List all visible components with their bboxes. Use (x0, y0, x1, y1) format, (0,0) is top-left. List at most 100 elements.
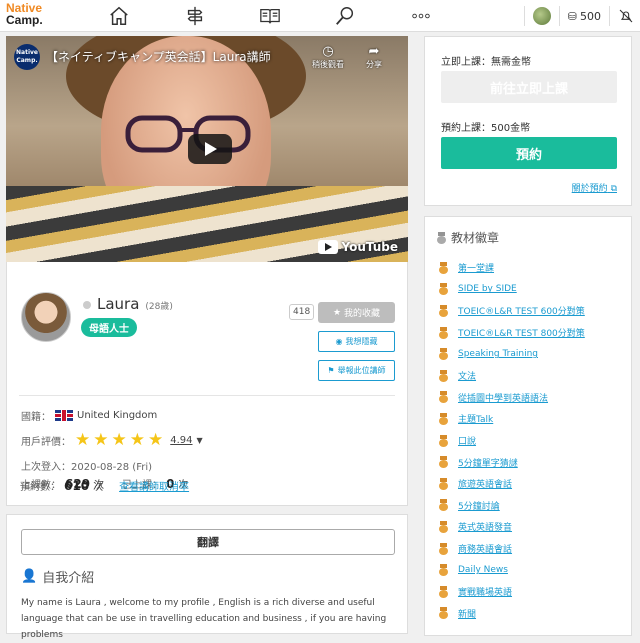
badge-list-item: 第一堂課 (439, 257, 585, 279)
medal-icon (439, 369, 448, 382)
instant-lesson-button[interactable]: 前往立即上課 (441, 71, 617, 103)
badge-link[interactable]: 從插圖中學到英語語法 (458, 391, 548, 404)
reservation-count-row: 預約數： 610 次 查看講師取消率 (20, 478, 189, 494)
teacher-profile-card: Laura (28歲) 母語人士 418 ★ 我的收藏 ◉ 我想隱藏 ⚑ 舉報此… (6, 262, 408, 506)
medal-icon (439, 499, 448, 512)
watch-later-button[interactable]: ◷ 稍後觀看 (312, 44, 344, 70)
badge-link[interactable]: 新聞 (458, 607, 476, 620)
reservations-value: 610 (64, 478, 90, 493)
divider (523, 6, 525, 26)
hide-teacher-button[interactable]: ◉ 我想隱藏 (318, 331, 395, 352)
medal-icon (439, 261, 448, 274)
badge-link[interactable]: 5分鐘單字猜謎 (458, 456, 518, 469)
nationality-row: 國籍： United Kingdom (21, 408, 157, 423)
rating-row: 用戶評價： ★ ★ ★ ★ ★ 4.94 ▼ (21, 432, 203, 449)
badge-link[interactable]: 主題Talk (458, 412, 493, 425)
self-introduction-card: 翻譯 👤 自我介紹 My name is Laura , welcome to … (6, 514, 408, 640)
badge-link[interactable]: SIDE by SIDE (458, 284, 517, 294)
favorite-button[interactable]: ★ 我的收藏 (318, 302, 395, 323)
medal-icon (439, 520, 448, 533)
watch-later-label: 稍後觀看 (312, 60, 344, 69)
user-icon: 👤 (21, 569, 38, 584)
badge-link[interactable]: TOEIC®L&R TEST 600分對策 (458, 304, 585, 317)
badge-list-item: 5分鐘單字猜謎 (439, 451, 585, 473)
hide-button-label: 我想隱藏 (345, 337, 378, 346)
divider (558, 6, 560, 26)
youtube-label: YouTube (341, 240, 398, 254)
favorite-count: 418 (289, 304, 315, 320)
medal-icon (439, 391, 448, 404)
badge-list-item: 新聞 (439, 603, 585, 625)
video-title[interactable]: 【ネイティブキャンプ英会話】Laura講師 (46, 48, 271, 65)
badge-list-item: SIDE by SIDE (439, 279, 585, 301)
medal-icon (439, 412, 448, 425)
uk-flag-icon (55, 410, 73, 421)
rating-star-icon: ★ (129, 430, 145, 450)
badge-link[interactable]: Speaking Training (458, 349, 538, 359)
booking-sidebar: 立即上課：無需金幣 前往立即上課 預約上課：500金幣 預約 關於預約 ⧉ 教材… (424, 36, 632, 636)
cancel-rate-link[interactable]: 查看講師取消率 (119, 478, 189, 493)
flag-icon: ⚑ (327, 366, 335, 375)
medal-icon (439, 542, 448, 555)
reservations-unit: 次 (93, 482, 104, 493)
eye-off-icon: ◉ (335, 337, 343, 346)
badge-list-item: 5分鐘討論 (439, 495, 585, 517)
medal-icon (439, 304, 448, 317)
rating-value[interactable]: 4.94 (170, 435, 192, 446)
badge-link[interactable]: 第一堂課 (458, 261, 494, 274)
reserve-button[interactable]: 預約 (441, 137, 617, 169)
notification-muted-icon[interactable] (618, 8, 634, 24)
medal-icon (437, 231, 446, 244)
report-teacher-button[interactable]: ⚑ 舉報此位講師 (318, 360, 395, 381)
rating-label: 用戶評價： (21, 437, 71, 448)
youtube-play-icon (318, 240, 339, 254)
coin-stack-icon: ⛁ (567, 9, 577, 23)
badge-list-item: 從插圖中學到英語語法 (439, 387, 585, 409)
medal-icon (439, 607, 448, 620)
search-icon[interactable] (334, 5, 356, 27)
channel-name: Native Camp. (16, 49, 38, 64)
medal-icon (439, 585, 448, 598)
more-icon[interactable] (410, 5, 432, 27)
translate-button[interactable]: 翻譯 (21, 529, 395, 555)
teacher-main-column: Native Camp. 【ネイティブキャンプ英会話】Laura講師 ◷ 稍後觀… (6, 36, 408, 506)
badge-link[interactable]: 商務英語會話 (458, 542, 512, 555)
report-button-label: 舉報此位講師 (337, 366, 386, 375)
user-status-area: ⛁ 500 (516, 0, 640, 32)
clock-icon: ◷ (322, 44, 334, 59)
badge-link[interactable]: 5分鐘討論 (458, 499, 500, 512)
user-avatar[interactable] (532, 7, 551, 25)
badge-link[interactable]: Daily News (458, 565, 508, 575)
nationality-label: 國籍： (21, 412, 51, 423)
native-camp-logo[interactable]: Native Camp. (6, 2, 43, 26)
share-button[interactable]: ➦ 分享 (366, 44, 382, 70)
divider (19, 395, 395, 396)
top-navigation-bar: Native Camp. ⛁ 500 (0, 0, 640, 32)
medal-icon (439, 564, 448, 577)
home-icon[interactable] (108, 5, 130, 27)
medal-icon (439, 348, 448, 361)
badge-link[interactable]: 英式英語發音 (458, 520, 512, 533)
youtube-logo[interactable]: YouTube (318, 240, 398, 254)
medal-icon (439, 477, 448, 490)
badge-list-item: Daily News (439, 559, 585, 581)
badge-link[interactable]: 口說 (458, 434, 476, 447)
caret-down-icon[interactable]: ▼ (197, 436, 203, 445)
about-reservation-label: 關於預約 (571, 184, 608, 194)
play-button[interactable] (188, 134, 232, 164)
badge-list-item: 實戰職場英語 (439, 581, 585, 603)
channel-avatar[interactable]: Native Camp. (14, 44, 40, 70)
badge-link[interactable]: 文法 (458, 369, 476, 382)
badge-link[interactable]: 旅遊英語會話 (458, 477, 512, 490)
badges-heading: 教材徽章 (437, 229, 499, 246)
intro-text: My name is Laura , welcome to my profile… (21, 598, 387, 640)
about-reservation-link[interactable]: 關於預約 ⧉ (572, 181, 617, 194)
book-icon[interactable] (259, 5, 281, 27)
last-login-row: 上次登入：2020-08-28 (Fri) (21, 458, 152, 473)
badge-link[interactable]: 實戰職場英語 (458, 585, 512, 598)
badge-link[interactable]: TOEIC®L&R TEST 800分對策 (458, 326, 585, 339)
coin-balance[interactable]: ⛁ 500 (568, 10, 601, 23)
instant-lesson-label: 立即上課：無需金幣 (441, 57, 531, 68)
intro-video-player[interactable]: Native Camp. 【ネイティブキャンプ英会話】Laura講師 ◷ 稍後觀… (6, 36, 408, 262)
signpost-icon[interactable] (184, 5, 206, 27)
